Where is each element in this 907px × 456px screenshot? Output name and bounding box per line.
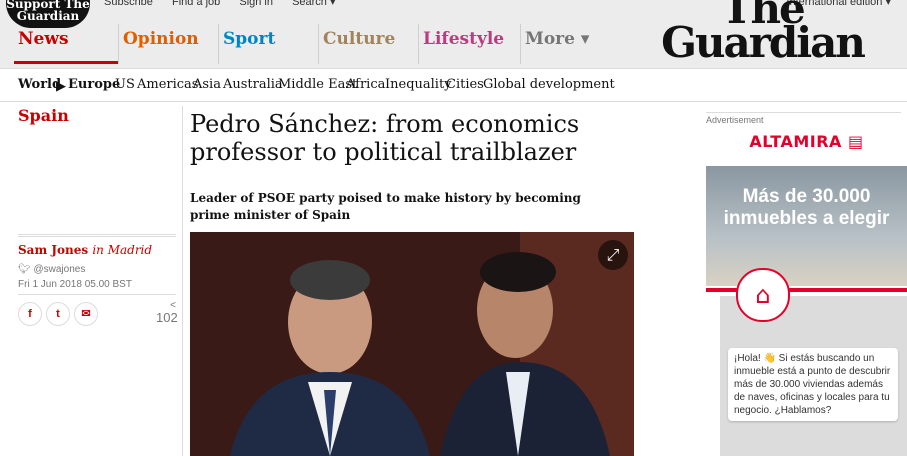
pillar-nav: News Opinion Sport Culture Lifestyle Mor…: [0, 24, 640, 68]
subnav-world[interactable]: World: [18, 77, 61, 92]
pillar-opinion[interactable]: Opinion: [118, 24, 218, 64]
subnav-europe[interactable]: Europe: [68, 77, 120, 92]
subnav-inequality[interactable]: Inequality: [385, 77, 452, 92]
share-count-number: 102: [156, 310, 178, 325]
subnav-global-development[interactable]: Global development: [483, 77, 615, 92]
subnav-africa[interactable]: Africa: [346, 77, 385, 92]
pillar-news-label: News: [18, 29, 69, 49]
ad-brand-logo: ALTAMIRA ▤: [706, 132, 907, 151]
author-location: in Madrid: [92, 243, 153, 257]
twitter-share-icon[interactable]: t: [46, 302, 70, 326]
expand-icon[interactable]: ⤢: [598, 240, 628, 270]
article-meta: Spain Sam Jones in Madrid 🐦︎ @swajones F…: [18, 106, 178, 326]
guardian-logo[interactable]: The Guardian: [655, 0, 870, 67]
top-links: Subscribe Find a job Sign in Search ▾: [104, 0, 352, 8]
byline: Sam Jones in Madrid: [18, 243, 152, 257]
subnav-cities[interactable]: Cities: [446, 77, 484, 92]
advertisement-label: Advertisement: [706, 112, 901, 125]
article-headline: Pedro Sánchez: from economics professor …: [190, 110, 580, 166]
ad-chat-bubble[interactable]: ¡Hola! 👋 Si estás buscando un inmueble e…: [728, 348, 898, 421]
article-main-image[interactable]: ⤢: [190, 232, 634, 456]
logo-line2: Guardian: [661, 18, 866, 67]
pillar-culture-label: Culture: [323, 29, 396, 49]
pillar-more[interactable]: More ▾: [520, 24, 600, 64]
publish-date: Fri 1 Jun 2018 05.00 BST: [18, 279, 132, 290]
ad-headline: Más de 30.000 inmuebles a elegir: [723, 186, 890, 229]
pillar-sport[interactable]: Sport: [218, 24, 318, 64]
twitter-handle[interactable]: 🐦︎ @swajones: [18, 264, 85, 275]
author-link[interactable]: Sam Jones: [18, 243, 88, 257]
pillar-culture[interactable]: Culture: [318, 24, 418, 64]
share-icon: <: [170, 300, 176, 311]
subnav-australia[interactable]: Australia: [223, 77, 283, 92]
subnav-us[interactable]: US: [115, 77, 135, 92]
pillar-news[interactable]: News: [14, 24, 119, 64]
house-icon: ⌂: [736, 268, 790, 322]
pillar-lifestyle-label: Lifestyle: [423, 29, 505, 49]
sign-in-link[interactable]: Sign in: [239, 0, 273, 8]
support-label-line2: Guardian: [16, 9, 80, 23]
find-job-link[interactable]: Find a job: [172, 0, 220, 8]
subnav-arrow-icon: ▶: [56, 79, 66, 94]
twitter-icon: 🐦︎: [18, 264, 31, 275]
twitter-handle-text: @swajones: [33, 264, 86, 275]
section-label[interactable]: Spain: [18, 106, 176, 125]
share-divider: [18, 294, 176, 295]
email-share-icon[interactable]: ✉: [74, 302, 98, 326]
subscribe-link[interactable]: Subscribe: [104, 0, 153, 8]
subnav-americas[interactable]: Americas: [137, 77, 198, 92]
photo-illustration: [190, 232, 634, 456]
pillar-news-underline: [14, 61, 119, 64]
pillar-opinion-label: Opinion: [123, 29, 199, 49]
pillar-more-label: More ▾: [525, 29, 590, 49]
pillar-lifestyle[interactable]: Lifestyle: [418, 24, 520, 64]
meta-divider: [18, 234, 176, 237]
search-link[interactable]: Search ▾: [292, 0, 335, 8]
ad-brand-text: ALTAMIRA: [749, 132, 842, 151]
article-standfirst: Leader of PSOE party poised to make hist…: [190, 191, 581, 222]
facebook-share-icon[interactable]: f: [18, 302, 42, 326]
subnav-asia[interactable]: Asia: [193, 77, 221, 92]
column-divider: [182, 106, 183, 456]
sub-navigation: World ▶ Europe US Americas Asia Australi…: [0, 68, 907, 102]
pillar-sport-label: Sport: [223, 29, 276, 49]
share-count: < 102: [156, 300, 178, 326]
advertisement-banner[interactable]: ALTAMIRA ▤ Más de 30.000 inmuebles a ele…: [706, 128, 907, 456]
ad-brand-icon: ▤: [848, 132, 864, 151]
